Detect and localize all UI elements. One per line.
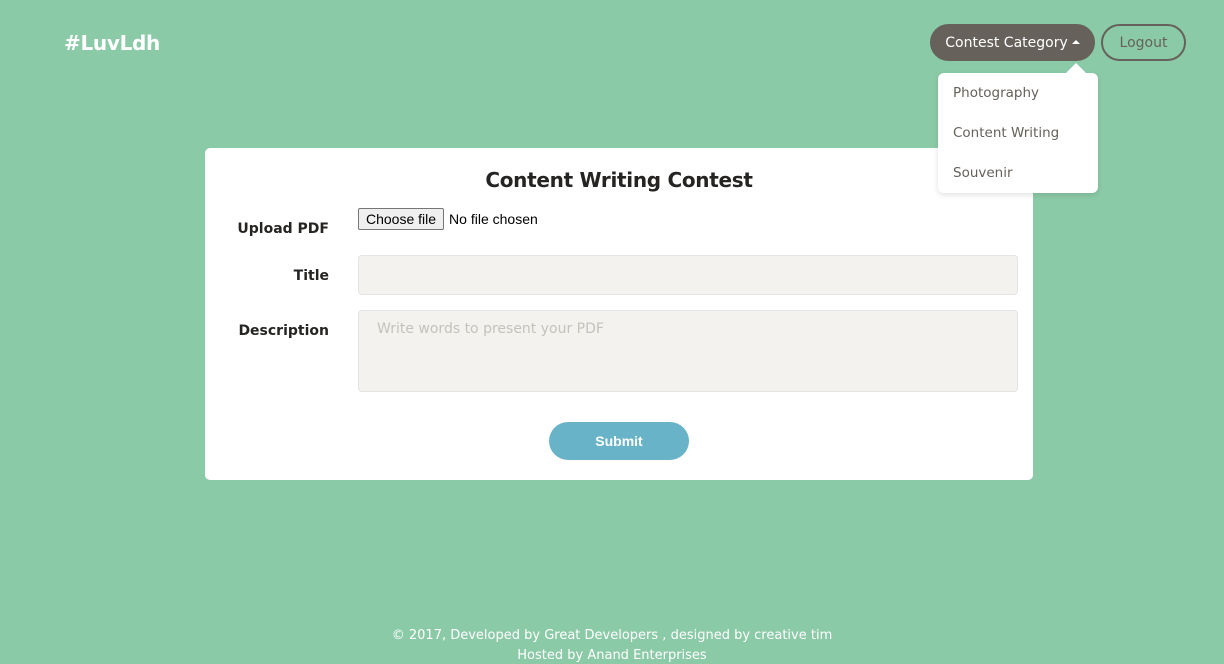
logout-label: Logout (1119, 34, 1168, 51)
dropdown-item-souvenir[interactable]: Souvenir (938, 163, 1098, 203)
choose-file-button[interactable]: Choose file (358, 208, 445, 230)
contest-category-button[interactable]: Contest Category (930, 24, 1095, 61)
contest-category-dropdown: Photography Content Writing Souvenir (938, 63, 1098, 193)
description-input[interactable] (358, 310, 1018, 392)
file-upload-field: Choose file No file chosen (358, 208, 538, 230)
title-input[interactable] (358, 255, 1018, 295)
dropdown-item-photography[interactable]: Photography (938, 83, 1098, 123)
form-title: Content Writing Contest (485, 168, 753, 192)
contest-form-card: Content Writing Contest Upload PDF Choos… (205, 148, 1033, 480)
contest-category-label: Contest Category (945, 34, 1068, 51)
description-label: Description (238, 323, 329, 339)
upload-pdf-label: Upload PDF (237, 221, 329, 237)
footer-credits: © 2017, Developed by Great Developers , … (391, 628, 833, 643)
brand-logo[interactable]: #LuvLdh (64, 31, 160, 55)
dropdown-item-content-writing[interactable]: Content Writing (938, 123, 1098, 163)
file-status-text: No file chosen (449, 211, 538, 227)
footer-hosting: Hosted by Anand Enterprises (517, 648, 707, 663)
caret-up-icon (1071, 39, 1080, 44)
title-label: Title (293, 268, 329, 284)
footer: © 2017, Developed by Great Developers , … (0, 626, 1224, 664)
submit-button[interactable]: Submit (549, 422, 689, 460)
logout-button[interactable]: Logout (1101, 24, 1186, 61)
